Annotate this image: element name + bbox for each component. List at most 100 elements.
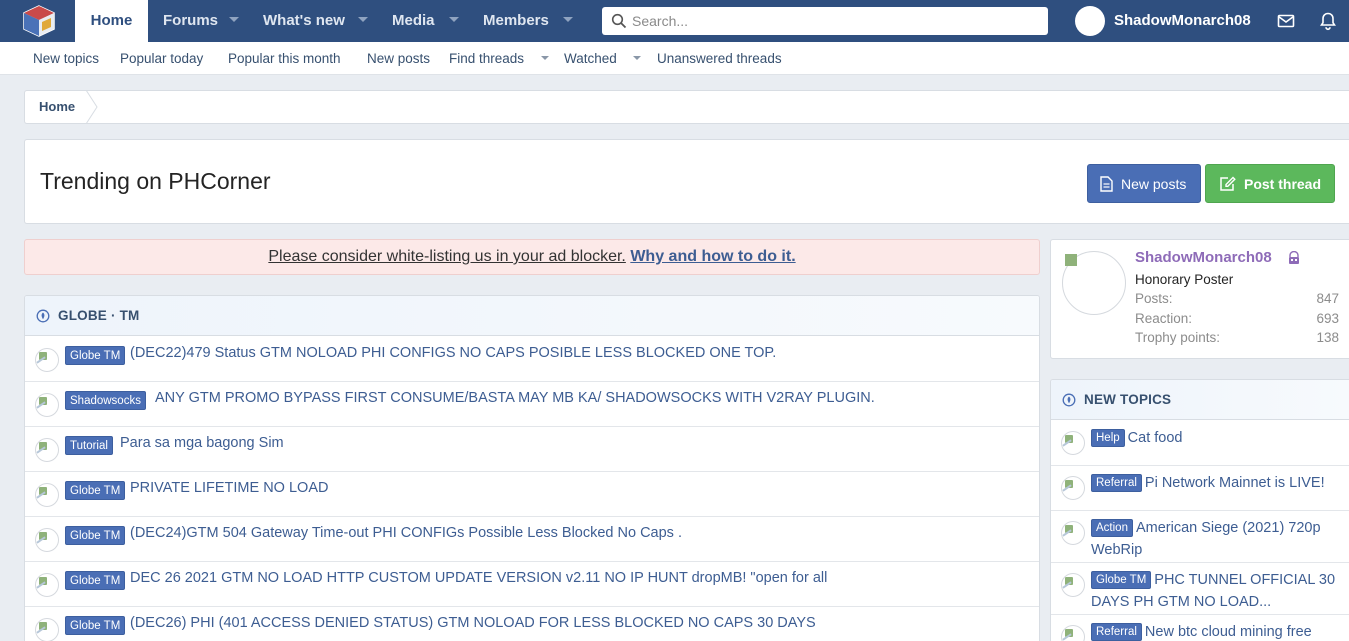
stat-value[interactable]: 847 <box>1316 291 1339 306</box>
thread-title[interactable]: Para sa mga bagong Sim <box>120 435 284 451</box>
thread-prefix[interactable]: Globe TM <box>65 571 126 590</box>
avatar[interactable] <box>35 483 59 507</box>
nav-tab-whats-new[interactable]: What's new <box>263 0 345 42</box>
account-username[interactable]: ShadowMonarch08 <box>1114 0 1251 42</box>
nav-tab-forums[interactable]: Forums <box>163 0 218 42</box>
stat-label: Trophy points: <box>1135 330 1221 345</box>
stat-value[interactable]: 693 <box>1316 311 1339 326</box>
avatar[interactable] <box>1061 625 1085 641</box>
search-icon <box>611 13 627 29</box>
subnav-unanswered-threads[interactable]: Unanswered threads <box>657 42 782 75</box>
list-item[interactable]: Referral New btc cloud mining free <box>1051 615 1349 641</box>
topic-text[interactable]: Globe TM PHC TUNNEL OFFICIAL 30 DAYS PH G… <box>1091 569 1341 613</box>
avatar[interactable] <box>35 348 59 372</box>
chevron-down-icon[interactable] <box>541 56 549 60</box>
breadcrumb-separator-icon <box>85 90 98 124</box>
thread-row[interactable]: Shadowsocks ANY GTM PROMO BYPASS FIRST C… <box>25 382 1039 427</box>
avatar[interactable] <box>1075 6 1105 36</box>
thread-title[interactable]: (DEC24)GTM 504 Gateway Time-out PHI CONF… <box>130 525 682 541</box>
subnav-watched[interactable]: Watched <box>564 42 617 75</box>
thread-prefix[interactable]: Globe TM <box>65 346 126 365</box>
avatar[interactable] <box>1061 431 1085 455</box>
topic-prefix[interactable]: Globe TM <box>1091 571 1152 589</box>
thread-title[interactable]: ANY GTM PROMO BYPASS FIRST CONSUME/BASTA… <box>155 390 875 406</box>
edit-icon <box>1220 176 1236 191</box>
notice-link[interactable]: Why and how to do it. <box>630 248 795 265</box>
nav-tab-home[interactable]: Home <box>75 0 148 42</box>
forum-icon <box>36 309 50 323</box>
post-thread-button[interactable]: Post thread <box>1205 164 1335 203</box>
topic-text[interactable]: Referral Pi Network Mainnet is LIVE! <box>1091 472 1341 494</box>
avatar[interactable] <box>35 618 59 641</box>
thread-row[interactable]: Globe TM DEC 26 2021 GTM NO LOAD HTTP CU… <box>25 562 1039 607</box>
widget-title[interactable]: NEW TOPICS <box>1084 380 1171 420</box>
nav-tab-members[interactable]: Members <box>483 0 549 42</box>
subnav-new-topics[interactable]: New topics <box>33 42 99 75</box>
nav-tab-media[interactable]: Media <box>392 0 435 42</box>
topic-text[interactable]: Action American Siege (2021) 720p WebRip <box>1091 517 1341 561</box>
stat-value[interactable]: 138 <box>1316 330 1339 345</box>
chevron-down-icon[interactable] <box>358 17 368 22</box>
thread-row[interactable]: Globe TM (DEC26) PHI (401 ACCESS DENIED … <box>25 607 1039 641</box>
subnav-find-threads[interactable]: Find threads <box>449 42 524 75</box>
widget-header: NEW TOPICS <box>1051 380 1349 420</box>
new-posts-button[interactable]: New posts <box>1087 164 1201 203</box>
breadcrumb-home[interactable]: Home <box>39 91 75 123</box>
thread-row[interactable]: Tutorial Para sa mga bagong Sim <box>25 427 1039 472</box>
thread-prefix[interactable]: Globe TM <box>65 481 126 500</box>
topic-title[interactable]: New btc cloud mining free <box>1145 624 1312 640</box>
avatar[interactable] <box>1062 251 1126 315</box>
topic-prefix[interactable]: Action <box>1091 519 1133 537</box>
list-item[interactable]: Help Cat food <box>1051 421 1349 466</box>
subnav-new-posts[interactable]: New posts <box>367 42 430 75</box>
thread-title[interactable]: PRIVATE LIFETIME NO LOAD <box>130 480 328 496</box>
thread-prefix[interactable]: Tutorial <box>65 436 113 455</box>
chevron-down-icon[interactable] <box>449 17 459 22</box>
chevron-down-icon[interactable] <box>633 56 641 60</box>
list-item[interactable]: Action American Siege (2021) 720p WebRip <box>1051 511 1349 563</box>
bell-icon[interactable] <box>1318 11 1338 31</box>
list-item[interactable]: Referral Pi Network Mainnet is LIVE! <box>1051 466 1349 511</box>
document-icon <box>1100 176 1113 192</box>
topic-title[interactable]: Cat food <box>1128 430 1183 446</box>
site-logo-icon[interactable] <box>22 5 56 37</box>
avatar[interactable] <box>35 573 59 597</box>
post-thread-label: Post thread <box>1244 176 1322 192</box>
thread-row[interactable]: Globe TM (DEC22)479 Status GTM NOLOAD PH… <box>25 337 1039 382</box>
search-input[interactable] <box>632 10 1032 32</box>
topic-title[interactable]: Pi Network Mainnet is LIVE! <box>1145 475 1325 491</box>
thread-row[interactable]: Globe TM PRIVATE LIFETIME NO LOAD <box>25 472 1039 517</box>
section-header: GLOBE · TM <box>25 296 1039 336</box>
chevron-down-icon[interactable] <box>563 17 573 22</box>
thread-prefix[interactable]: Globe TM <box>65 526 126 545</box>
page-title: Trending on PHCorner <box>40 168 271 194</box>
new-posts-label: New posts <box>1121 176 1187 192</box>
thread-title[interactable]: (DEC26) PHI (401 ACCESS DENIED STATUS) G… <box>130 615 816 631</box>
topic-prefix[interactable]: Referral <box>1091 623 1142 641</box>
avatar[interactable] <box>35 393 59 417</box>
stat-label: Posts: <box>1135 291 1173 306</box>
avatar[interactable] <box>1061 521 1085 545</box>
subnav-popular-today[interactable]: Popular today <box>120 42 203 75</box>
avatar[interactable] <box>35 438 59 462</box>
topic-prefix[interactable]: Help <box>1091 429 1125 447</box>
chevron-down-icon[interactable] <box>229 17 239 22</box>
inbox-icon[interactable] <box>1276 11 1296 31</box>
thread-prefix[interactable]: Globe TM <box>65 616 126 635</box>
thread-title[interactable]: (DEC22)479 Status GTM NOLOAD PHI CONFIGS… <box>130 345 776 361</box>
thread-prefix[interactable]: Shadowsocks <box>65 391 146 410</box>
avatar[interactable] <box>35 528 59 552</box>
avatar[interactable] <box>1061 476 1085 500</box>
search-box[interactable] <box>602 7 1048 35</box>
avatar[interactable] <box>1061 573 1085 597</box>
topic-text[interactable]: Referral New btc cloud mining free <box>1091 621 1341 641</box>
section-title[interactable]: GLOBE · TM <box>58 296 140 336</box>
profile-username[interactable]: ShadowMonarch08 <box>1135 249 1272 266</box>
topic-text[interactable]: Help Cat food <box>1091 427 1341 449</box>
breadcrumb: Home <box>24 90 1349 124</box>
thread-row[interactable]: Globe TM (DEC24)GTM 504 Gateway Time-out… <box>25 517 1039 562</box>
topic-prefix[interactable]: Referral <box>1091 474 1142 492</box>
thread-title[interactable]: DEC 26 2021 GTM NO LOAD HTTP CUSTOM UPDA… <box>130 570 827 586</box>
subnav-popular-this-month[interactable]: Popular this month <box>228 42 341 75</box>
list-item[interactable]: Globe TM PHC TUNNEL OFFICIAL 30 DAYS PH G… <box>1051 563 1349 615</box>
